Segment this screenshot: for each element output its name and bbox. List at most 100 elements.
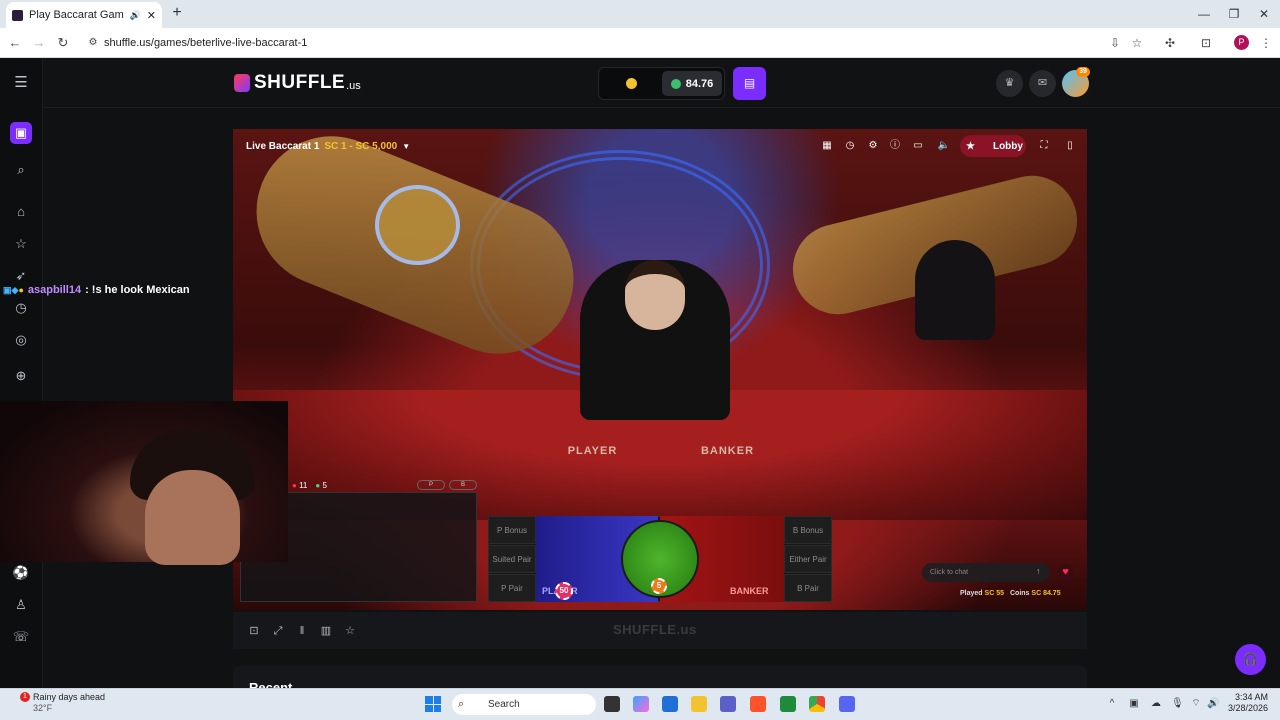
speaker-icon[interactable]: 🔊 xyxy=(1207,698,1219,710)
send-arrow-icon[interactable]: ↑ xyxy=(1036,566,1041,576)
store-icon[interactable] xyxy=(662,696,678,712)
level-badge: 39 xyxy=(1076,67,1090,77)
video-quality-icon[interactable]: ▭ xyxy=(910,138,926,154)
favorite-star-icon[interactable]: ☆ xyxy=(342,623,358,639)
brave-icon[interactable] xyxy=(750,696,766,712)
chip-player-bet[interactable]: 50 xyxy=(555,582,573,600)
side-bet-p-pair[interactable]: P Pair xyxy=(488,574,536,602)
sweeps-balance[interactable]: 84.76 xyxy=(662,71,722,96)
star-icon: ★ xyxy=(966,140,975,152)
audio-icon[interactable]: 🔊 xyxy=(130,10,141,21)
chat-icon[interactable]: ✉ xyxy=(1029,70,1056,97)
road-predict-buttons: P B xyxy=(417,480,477,490)
tray-app-icon[interactable]: ▣ xyxy=(1128,698,1140,710)
profile-avatar[interactable]: P xyxy=(1234,35,1249,50)
theatre-mode-icon[interactable]: ⊡ xyxy=(246,623,262,639)
onedrive-icon[interactable]: ☁ xyxy=(1150,698,1162,710)
side-bet-suited-pair[interactable]: Suited Pair xyxy=(488,545,536,573)
grid-icon[interactable]: ▦ xyxy=(819,138,835,154)
shuffle-watermark: SHUFFLE.us xyxy=(613,622,697,637)
url-input[interactable]: shuffle.us/games/beterlive-live-baccarat… xyxy=(84,32,1084,54)
game-chat-input[interactable]: Click to chat xyxy=(922,563,1050,582)
chrome-icon[interactable] xyxy=(809,696,825,712)
windows-start-icon[interactable] xyxy=(425,696,441,712)
install-icon[interactable]: ⇩ xyxy=(1106,34,1124,52)
table-limits: SC 1 - SC 5,000 xyxy=(324,140,398,152)
support-icon[interactable]: ☏ xyxy=(11,627,31,647)
lobby-label: Lobby xyxy=(992,140,1023,152)
dealer-head xyxy=(625,260,685,330)
menu-icon[interactable]: ⋮ xyxy=(1257,34,1275,52)
browser-tab[interactable]: Play Baccarat Gambling Ga 🔊 ✕ xyxy=(6,2,162,28)
hamburger-menu-icon[interactable]: ☰ xyxy=(11,73,31,93)
casino-icon[interactable]: ▣ xyxy=(10,122,32,144)
fullscreen-toggle-icon[interactable]: ⤢ xyxy=(270,623,286,639)
second-dealer xyxy=(915,240,995,340)
user-icon[interactable]: ♙ xyxy=(11,595,31,615)
chat-text: : !s he look Mexican xyxy=(85,284,190,296)
rocket-icon[interactable]: ➶ xyxy=(11,266,31,286)
settings-gear-icon[interactable]: ⚙ xyxy=(865,138,881,154)
chart-icon[interactable]: ▥ xyxy=(318,623,334,639)
fullscreen-icon[interactable]: ⛶ xyxy=(1036,138,1052,154)
info-icon[interactable]: ⓘ xyxy=(887,138,903,154)
new-tab-button[interactable]: + xyxy=(168,4,186,22)
lobby-button[interactable]: ★ Lobby xyxy=(960,135,1026,157)
webcam-face xyxy=(145,470,240,565)
forward-icon[interactable]: → xyxy=(30,34,48,52)
close-window-button[interactable]: ✕ xyxy=(1244,4,1280,24)
live-casino-icon[interactable]: ◎ xyxy=(11,330,31,350)
stream-chat-message: ▣◆● asapbill14 : !s he look Mexican xyxy=(3,284,190,296)
history-clock-icon[interactable]: ◷ xyxy=(842,138,858,154)
file-explorer-icon[interactable] xyxy=(691,696,707,712)
discord-icon[interactable] xyxy=(839,696,855,712)
side-bet-b-pair[interactable]: B Pair xyxy=(784,574,832,602)
medallion-decor xyxy=(375,185,460,265)
clock-time: 3:34 AM xyxy=(1234,692,1268,702)
stats-bars-icon[interactable]: ‖ xyxy=(294,623,310,639)
gold-coin-icon[interactable] xyxy=(626,78,637,89)
clock-date: 3/28/2026 xyxy=(1228,703,1269,713)
search-icon[interactable]: ⌕ xyxy=(11,160,31,180)
session-stats: Played SC 55 Coins SC 84.75 xyxy=(960,590,1061,597)
system-clock[interactable]: 3:34 AM 3/28/2026 xyxy=(1228,692,1268,714)
reload-icon[interactable]: ↻ xyxy=(54,34,72,52)
player-count: ● 5 xyxy=(315,481,327,490)
task-view-icon[interactable] xyxy=(604,696,620,712)
heart-icon[interactable]: ♥ xyxy=(1057,564,1074,581)
rewards-crown-icon[interactable]: ♛ xyxy=(996,70,1023,97)
exit-icon[interactable]: ▯ xyxy=(1062,138,1078,154)
predict-banker-button[interactable]: B xyxy=(449,480,477,490)
providers-icon[interactable]: ⊕ xyxy=(11,366,31,386)
side-bet-either-pair[interactable]: Either Pair xyxy=(784,545,832,573)
side-bet-b-bonus[interactable]: B Bonus xyxy=(784,516,832,544)
chat-username: asapbill14 xyxy=(27,284,82,296)
chip-tie-bet[interactable]: 5 xyxy=(651,578,667,594)
teams-icon[interactable] xyxy=(720,696,736,712)
extensions-icon[interactable]: ✣ xyxy=(1161,34,1179,52)
weather-widget[interactable]: Rainy days ahead 32°F xyxy=(33,692,105,714)
tray-chevron-icon[interactable]: ^ xyxy=(1106,698,1118,710)
back-icon[interactable]: ← xyxy=(6,34,24,52)
logo-tld: .us xyxy=(346,79,361,92)
bookmark-star-icon[interactable]: ☆ xyxy=(1128,34,1146,52)
volume-icon[interactable]: 🔈 xyxy=(936,138,952,154)
microphone-icon[interactable]: 🎙 xyxy=(1171,698,1184,710)
side-bet-p-bonus[interactable]: P Bonus xyxy=(488,516,536,544)
network-icon[interactable]: ⌔ xyxy=(1190,698,1202,710)
sports-icon[interactable]: ⚽ xyxy=(11,563,31,583)
tab-search-icon[interactable]: ⊡ xyxy=(1197,34,1215,52)
favorites-star-icon[interactable]: ☆ xyxy=(11,234,31,254)
home-icon[interactable]: ⌂ xyxy=(11,202,31,222)
close-tab-icon[interactable]: ✕ xyxy=(147,9,156,22)
site-logo[interactable]: SHUFFLE .us xyxy=(234,72,361,94)
game-title-dropdown[interactable]: Live Baccarat 1 SC 1 - SC 5,000 ▼ xyxy=(246,138,410,154)
headset-support-icon[interactable]: 🎧 xyxy=(1235,644,1266,675)
taskbar-search[interactable]: Search xyxy=(452,694,596,715)
copilot-icon[interactable] xyxy=(633,696,649,712)
logo-text: SHUFFLE xyxy=(254,72,346,93)
predict-player-button[interactable]: P xyxy=(417,480,445,490)
history-icon[interactable]: ◷ xyxy=(11,298,31,318)
wallet-button[interactable]: ▤ xyxy=(733,67,766,100)
app-icon[interactable] xyxy=(780,696,796,712)
